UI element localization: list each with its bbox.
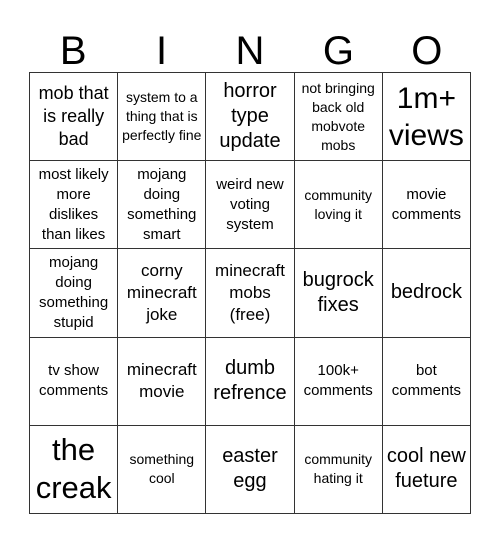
cell-text: tv show comments	[39, 362, 109, 400]
cell-text: most likely more dislikes than likes	[38, 165, 109, 243]
bingo-cell[interactable]: community loving it	[294, 161, 383, 250]
bingo-cell[interactable]: corny minecraft joke	[118, 249, 207, 338]
cell-text: community hating it	[304, 451, 373, 487]
cell-text: corny minecraft joke	[126, 260, 197, 324]
bingo-cell[interactable]: not bringing back old mobvote mobs	[294, 73, 383, 162]
bingo-cell[interactable]: weird new voting system	[206, 161, 295, 250]
bingo-cell[interactable]: bot comments	[382, 337, 471, 426]
header-letter-g: G	[322, 29, 354, 73]
bingo-header: B I N G O	[29, 30, 471, 72]
bingo-cell[interactable]: community hating it	[294, 425, 383, 514]
bingo-cell[interactable]: the creak	[30, 425, 119, 514]
bingo-cell[interactable]: mob that is really bad	[30, 73, 119, 162]
cell-text: mojang doing something stupid	[38, 253, 109, 331]
bingo-cell[interactable]: bedrock	[382, 249, 471, 338]
bingo-cell[interactable]: 100k+ comments	[294, 337, 383, 426]
bingo-cell[interactable]: cool new fueture	[382, 425, 471, 514]
bingo-cell[interactable]: movie comments	[382, 161, 471, 250]
cell-text: 1m+ views	[388, 81, 464, 152]
cell-text: minecraft movie	[126, 360, 197, 402]
bingo-cell[interactable]: most likely more dislikes than likes	[30, 161, 119, 250]
bingo-cell[interactable]: easter egg	[206, 425, 295, 514]
header-letter-i: I	[156, 29, 168, 73]
bingo-cell[interactable]: minecraft movie	[118, 337, 207, 426]
header-letter-n: N	[235, 29, 265, 73]
header-letter-b: B	[59, 29, 87, 73]
bingo-cell[interactable]: horror type update	[206, 73, 295, 162]
cell-text: something cool	[129, 451, 195, 487]
cell-text: mob that is really bad	[38, 83, 109, 150]
cell-text: system to a thing that is perfectly fine	[122, 89, 202, 144]
bingo-cell[interactable]: system to a thing that is perfectly fine	[118, 73, 207, 162]
cell-text: minecraft mobs (free)	[215, 260, 285, 324]
cell-text: movie comments	[391, 185, 461, 223]
header-letter-o: O	[411, 29, 443, 73]
cell-text: cool new fueture	[386, 445, 466, 493]
cell-text: 100k+ comments	[303, 362, 373, 400]
cell-text: bugrock fixes	[302, 268, 374, 316]
cell-text: easter egg	[222, 445, 278, 493]
cell-text: the creak	[35, 432, 112, 506]
bingo-cell[interactable]: dumb refrence	[206, 337, 295, 426]
bingo-board: mob that is really bad system to a thing…	[29, 72, 471, 514]
cell-text: weird new voting system	[216, 175, 284, 233]
cell-text: community loving it	[304, 186, 373, 222]
bingo-cell[interactable]: minecraft mobs (free)	[206, 249, 295, 338]
cell-text: bot comments	[391, 362, 461, 400]
bingo-cell[interactable]: 1m+ views	[382, 73, 471, 162]
bingo-cell[interactable]: something cool	[118, 425, 207, 514]
bingo-cell[interactable]: bugrock fixes	[294, 249, 383, 338]
bingo-cell[interactable]: mojang doing something stupid	[30, 249, 119, 338]
cell-text: dumb refrence	[213, 357, 287, 405]
cell-text: horror type update	[219, 80, 281, 153]
cell-text: mojang doing something smart	[127, 165, 197, 243]
cell-text: bedrock	[390, 281, 462, 304]
bingo-cell[interactable]: tv show comments	[30, 337, 119, 426]
cell-text: not bringing back old mobvote mobs	[301, 79, 375, 153]
bingo-cell[interactable]: mojang doing something smart	[118, 161, 207, 250]
